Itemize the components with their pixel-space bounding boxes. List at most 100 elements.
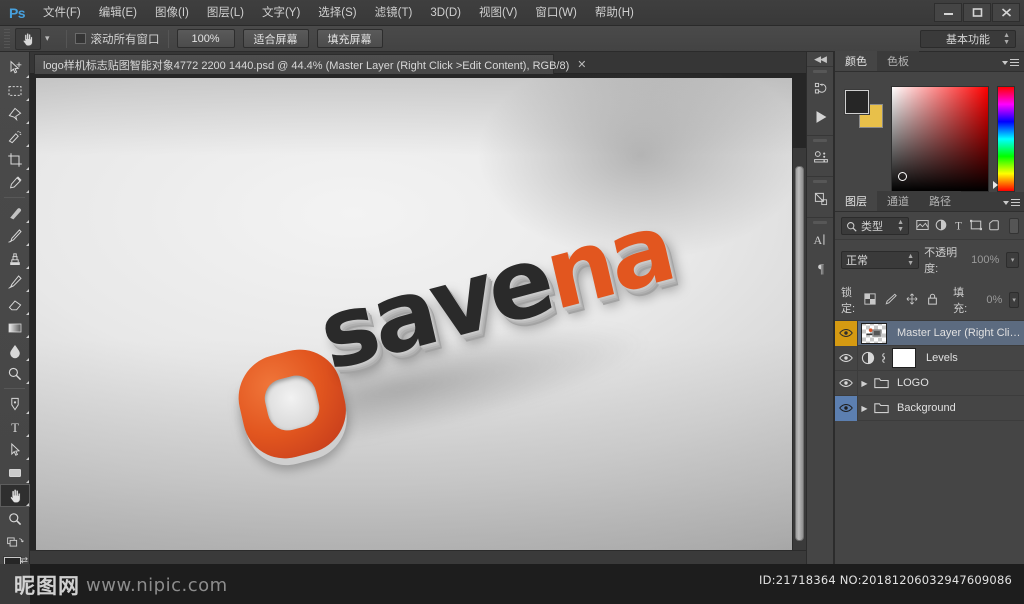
menu-file[interactable]: 文件(F) [34,0,90,26]
lock-position-icon[interactable] [906,293,918,308]
canvas-vertical-scroll-thumb[interactable] [795,166,804,541]
rectangle-tool[interactable] [0,461,30,484]
character-panel-icon[interactable]: A [807,226,835,254]
history-brush-tool[interactable] [0,270,30,293]
close-button[interactable] [992,3,1020,22]
group-expand-arrow-icon[interactable]: ▶ [858,379,871,388]
workspace-selector[interactable]: 基本功能 ▲ ▼ [920,30,1016,48]
adjustment-layer-icon[interactable] [858,351,878,365]
tab-swatches[interactable]: 色板 [877,51,919,71]
layer-filter-toggle[interactable] [1009,218,1019,234]
layer-visibility-toggle[interactable] [835,345,858,371]
pen-tool[interactable] [0,392,30,415]
layer-row-levels[interactable]: Levels [835,345,1024,371]
dodge-tool[interactable] [0,362,30,385]
menu-help[interactable]: 帮助(H) [586,0,643,26]
layer-row-master-layer[interactable]: Master Layer (Right Click... [835,320,1024,346]
layer-mask-link-icon[interactable] [878,351,890,365]
layer-name[interactable]: Master Layer (Right Click... [897,327,1024,339]
layer-mask-thumbnail[interactable] [892,348,916,368]
group-expand-arrow-icon[interactable]: ▶ [858,404,871,413]
tab-channels[interactable]: 通道 [877,191,919,211]
layer-row-logo-group[interactable]: ▶ LOGO [835,370,1024,396]
canvas-vertical-scrollbar[interactable] [792,148,806,564]
gradient-tool[interactable] [0,316,30,339]
filter-type-icon[interactable]: T [953,219,964,234]
document-tab[interactable]: logo样机标志贴图智能对象4772 2200 1440.psd @ 44.4%… [34,54,586,74]
maximize-button[interactable] [963,3,991,22]
fill-stepper[interactable]: ▾ [1009,292,1019,308]
menu-window[interactable]: 窗口(W) [526,0,586,26]
menu-3d[interactable]: 3D(D) [421,0,470,26]
filter-smartobject-icon[interactable] [988,219,1000,234]
lock-image-pixels-icon[interactable] [885,293,897,308]
canvas-area[interactable]: savena [30,74,806,564]
adjustments-panel-icon[interactable] [807,144,835,172]
filter-adjustment-icon[interactable] [935,219,947,234]
hand-tool[interactable] [0,484,30,507]
layer-visibility-toggle[interactable] [835,395,858,421]
layer-filter-select[interactable]: 类型 ▲ ▼ [841,217,909,235]
layer-visibility-toggle[interactable] [835,320,858,346]
history-panel-icon[interactable] [807,75,835,103]
layer-thumbnail[interactable] [861,322,887,344]
timeline-play-icon[interactable] [807,103,835,131]
clone-stamp-tool[interactable] [0,247,30,270]
artboard[interactable]: savena [36,74,806,562]
document-tab-close-icon[interactable]: ✕ [577,58,586,71]
tab-paths[interactable]: 路径 [919,191,961,211]
menu-type[interactable]: 文字(Y) [253,0,309,26]
opacity-stepper[interactable]: ▾ [1006,252,1019,268]
color-panel-foreground-swatch[interactable] [845,90,869,114]
crop-tool[interactable] [0,148,30,171]
fill-screen-button[interactable]: 填充屏幕 [316,29,383,48]
type-tool[interactable]: T [0,415,30,438]
eyedropper-tool[interactable] [0,171,30,194]
options-bar-grip[interactable] [4,28,10,49]
lasso-tool[interactable] [0,102,30,125]
canvas-horizontal-scrollbar[interactable] [30,550,806,564]
marquee-tool[interactable] [0,79,30,102]
color-picker-marker-icon[interactable] [898,172,907,181]
menu-image[interactable]: 图像(I) [146,0,198,26]
layers-panel-menu-icon[interactable] [1003,197,1020,208]
menu-layer[interactable]: 图层(L) [198,0,253,26]
layer-name[interactable]: LOGO [897,377,1024,389]
lock-all-icon[interactable] [927,293,938,308]
minimize-button[interactable] [934,3,962,22]
tab-layers[interactable]: 图层 [835,191,877,211]
hue-slider[interactable] [993,86,1015,192]
zoom-tool[interactable] [0,507,30,530]
menu-filter[interactable]: 滤镜(T) [366,0,422,26]
blend-mode-select[interactable]: 正常 ▲ ▼ [841,251,920,269]
edit-toolbar-button[interactable] [0,530,30,553]
layer-row-background-group[interactable]: ▶ Background [835,395,1024,421]
quick-selection-tool[interactable] [0,125,30,148]
current-tool-preview[interactable] [15,27,41,50]
properties-panel-icon[interactable] [807,185,835,213]
expand-panels-icon[interactable]: ◀◀ [807,52,833,66]
menu-view[interactable]: 视图(V) [470,0,526,26]
zoom-100-button[interactable]: 100% [176,29,235,48]
color-field[interactable] [891,86,989,192]
tool-preset-caret-icon[interactable]: ▾ [45,33,50,44]
eraser-tool[interactable] [0,293,30,316]
menu-edit[interactable]: 编辑(E) [90,0,146,26]
color-panel-menu-icon[interactable] [1002,57,1019,68]
layer-name[interactable]: Levels [926,352,1024,364]
layer-name[interactable]: Background [897,402,1024,414]
menu-select[interactable]: 选择(S) [309,0,365,26]
fit-screen-button[interactable]: 适合屏幕 [242,29,309,48]
healing-brush-tool[interactable] [0,201,30,224]
scroll-all-windows-option[interactable]: 滚动所有窗口 [74,31,160,47]
hue-slider-marker-icon[interactable] [993,181,998,189]
lock-transparent-pixels-icon[interactable] [864,292,876,308]
path-selection-tool[interactable] [0,438,30,461]
layer-visibility-toggle[interactable] [835,370,858,396]
opacity-value[interactable]: 100% [971,252,1001,268]
paragraph-panel-icon[interactable]: ¶ [807,254,835,282]
filter-pixel-icon[interactable] [916,219,929,234]
brush-tool[interactable] [0,224,30,247]
scroll-all-windows-checkbox[interactable] [74,33,86,44]
fill-value[interactable]: 0% [974,292,1004,308]
